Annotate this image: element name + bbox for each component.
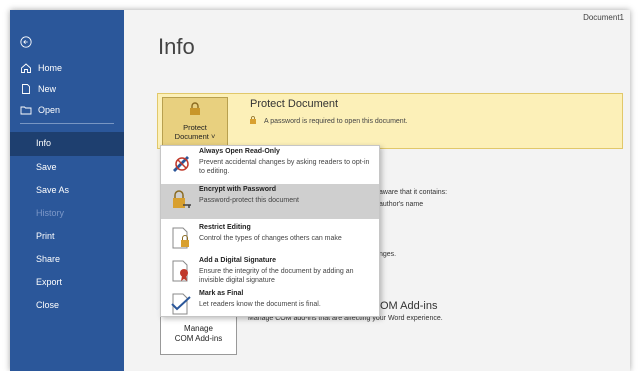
menu-item-title: Always Open Read-Only xyxy=(199,148,280,155)
sidebar-item-label: New xyxy=(38,84,57,94)
menu-item-description: Password-protect this document xyxy=(199,197,299,204)
menu-item-title: Mark as Final xyxy=(199,290,244,297)
menu-item-description: Prevent accidental changes by asking rea… xyxy=(199,159,370,175)
word-backstage-window: Home New Open Info Save Save As History … xyxy=(10,10,630,371)
manage-button-label: Manage COM Add-ins xyxy=(174,324,223,343)
protect-description: A password is required to open this docu… xyxy=(250,116,408,127)
inspect-text-1: aware that it contains: xyxy=(379,189,448,196)
sidebar-item-close[interactable]: Close xyxy=(36,300,59,310)
sidebar-item-label: Home xyxy=(38,63,63,73)
com-addins-heading: OM Add-ins xyxy=(380,300,438,312)
menu-item-always-open-read-only[interactable]: Always Open Read-Only Prevent accidental… xyxy=(161,146,379,181)
protect-heading: Protect Document xyxy=(250,98,339,110)
sidebar-item-info[interactable]: Info xyxy=(10,132,124,156)
menu-item-title: Restrict Editing xyxy=(199,224,251,231)
versions-text: nges. xyxy=(379,251,397,258)
menu-item-add-digital-signature[interactable]: Add a Digital Signature Ensure the integ… xyxy=(161,255,379,290)
new-document-icon xyxy=(20,83,32,95)
sidebar-item-label: Info xyxy=(36,138,52,148)
back-button[interactable] xyxy=(20,36,32,48)
sidebar-item-new[interactable]: New xyxy=(20,83,56,95)
home-icon xyxy=(20,62,32,74)
sidebar-item-export[interactable]: Export xyxy=(36,277,62,287)
page-title: Info xyxy=(158,34,195,59)
sidebar-item-history: History xyxy=(36,208,65,218)
menu-item-description: Control the types of changes others can … xyxy=(199,235,342,242)
pencil-no-icon xyxy=(169,150,193,174)
lock-icon xyxy=(187,102,203,116)
menu-item-description: Let readers know the document is final. xyxy=(199,301,321,308)
menu-item-description: Ensure the integrity of the document by … xyxy=(199,268,354,284)
protect-button-label: Protect Document ˅ xyxy=(174,123,216,141)
menu-item-encrypt-with-password[interactable]: Encrypt with Password Password-protect t… xyxy=(161,184,379,219)
sidebar-divider xyxy=(20,123,114,124)
warning-key-icon xyxy=(250,116,260,127)
signature-ribbon-icon xyxy=(169,259,193,283)
document-lock-icon xyxy=(169,226,193,250)
folder-icon xyxy=(20,104,32,116)
inspect-text-2: author's name xyxy=(379,201,424,208)
sidebar-item-print[interactable]: Print xyxy=(36,231,55,241)
menu-item-title: Encrypt with Password xyxy=(199,186,277,193)
sidebar-item-home[interactable]: Home xyxy=(20,62,62,74)
sidebar-item-open[interactable]: Open xyxy=(20,104,60,116)
sidebar-item-save[interactable]: Save xyxy=(36,162,57,172)
protect-document-panel: Protect Document ˅ Protect Document A pa… xyxy=(157,93,623,149)
menu-item-restrict-editing[interactable]: Restrict Editing Control the types of ch… xyxy=(161,222,379,257)
backstage-sidebar: Home New Open Info Save Save As History … xyxy=(10,10,124,371)
lock-key-icon xyxy=(169,188,193,212)
sidebar-item-save-as[interactable]: Save As xyxy=(36,185,69,195)
menu-item-title: Add a Digital Signature xyxy=(199,257,277,264)
protect-document-button[interactable]: Protect Document ˅ xyxy=(162,97,228,147)
document-title: Document1 xyxy=(583,13,624,22)
document-checkmark-icon xyxy=(169,292,193,316)
back-arrow-icon xyxy=(20,36,32,48)
sidebar-item-share[interactable]: Share xyxy=(36,254,60,264)
sidebar-item-label: Open xyxy=(38,105,61,115)
protect-document-menu: Always Open Read-Only Prevent accidental… xyxy=(160,145,380,317)
menu-item-mark-as-final[interactable]: Mark as Final Let readers know the docum… xyxy=(161,288,379,323)
